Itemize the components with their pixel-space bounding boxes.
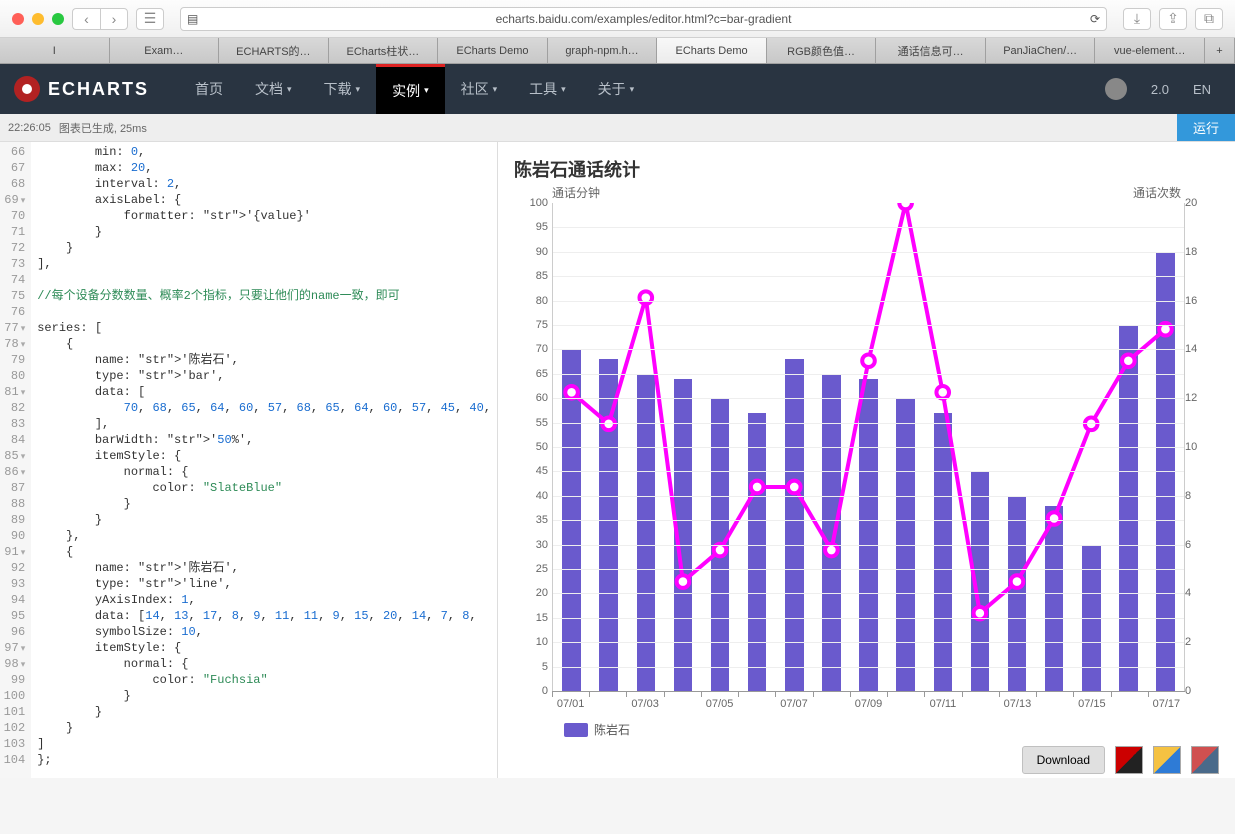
nav-item-1[interactable]: 文档▾ [239, 64, 308, 114]
back-button[interactable]: ‹ [72, 8, 100, 30]
nav-item-3[interactable]: 实例▾ [376, 64, 445, 114]
chart-grid [552, 203, 1185, 691]
browser-tab[interactable]: ECharts Demo [438, 38, 548, 63]
browser-tab[interactable]: ECharts柱状… [329, 38, 439, 63]
nav-item-2[interactable]: 下载▾ [308, 64, 377, 114]
url-text: echarts.baidu.com/examples/editor.html?c… [496, 12, 792, 26]
chevron-down-icon: ▾ [287, 84, 292, 95]
chart-legend[interactable]: 陈岩石 [564, 721, 1225, 738]
forward-button[interactable]: › [100, 8, 128, 30]
reader-icon[interactable]: ▤ [187, 12, 198, 26]
x-axis: 07/0107/0307/0507/0707/0907/1107/1307/15… [552, 691, 1185, 713]
tabs-button[interactable]: ⧉ [1195, 8, 1223, 30]
close-window-icon[interactable] [12, 13, 24, 25]
chevron-down-icon: ▾ [493, 84, 498, 95]
echarts-logo[interactable]: ECHARTS [14, 76, 149, 102]
bar[interactable] [748, 413, 767, 691]
browser-tab[interactable]: RGB颜色值… [767, 38, 877, 63]
download-button[interactable]: ⤓ [1123, 8, 1151, 30]
code-editor[interactable]: 6667686970717273747576777879808182838485… [0, 142, 498, 778]
sidebar-button[interactable]: ☰ [136, 8, 164, 30]
nav-item-6[interactable]: 关于▾ [582, 64, 651, 114]
chevron-down-icon: ▾ [630, 84, 635, 95]
bar[interactable] [637, 374, 656, 691]
chevron-down-icon: ▾ [424, 85, 429, 96]
echarts-logo-icon [14, 76, 40, 102]
nav-right: 2.0 EN [1105, 78, 1221, 100]
zoom-window-icon[interactable] [52, 13, 64, 25]
bar[interactable] [674, 379, 693, 691]
y2-label: 通话次数 [1133, 184, 1181, 201]
browser-tab[interactable]: Exam… [110, 38, 220, 63]
brand-text: ECHARTS [48, 79, 149, 100]
chart-title: 陈岩石通话统计 [514, 156, 1225, 182]
browser-tab[interactable]: I [0, 38, 110, 63]
y-axis-right: 02468101214161820 [1185, 203, 1225, 691]
reload-icon[interactable]: ⟳ [1090, 12, 1100, 26]
status-time: 22:26:05 [0, 122, 59, 134]
browser-tab-strip: IExam…ECHARTS的…ECharts柱状…ECharts Demogra… [0, 38, 1235, 64]
y1-label: 通话分钟 [552, 184, 600, 201]
version-link[interactable]: 2.0 [1151, 82, 1169, 97]
nav-item-5[interactable]: 工具▾ [513, 64, 582, 114]
lang-link[interactable]: EN [1193, 82, 1211, 97]
url-bar[interactable]: ▤ echarts.baidu.com/examples/editor.html… [180, 7, 1107, 31]
window-controls [12, 13, 64, 25]
legend-swatch [564, 723, 588, 737]
main-split: 6667686970717273747576777879808182838485… [0, 142, 1235, 778]
theme-swatch-2[interactable] [1153, 746, 1181, 774]
editor-status-bar: 22:26:05 图表已生成, 25ms 运行 [0, 114, 1235, 142]
chevron-down-icon: ▾ [561, 84, 566, 95]
bar[interactable] [1045, 506, 1064, 691]
y-axis-left: 0510152025303540455055606570758085909510… [508, 203, 548, 691]
echarts-navbar: ECHARTS 首页文档▾下载▾实例▾社区▾工具▾关于▾ 2.0 EN [0, 64, 1235, 114]
theme-swatch-1[interactable] [1115, 746, 1143, 774]
chart-footer: Download [508, 738, 1225, 774]
bar[interactable] [1119, 325, 1138, 691]
chart-panel: 陈岩石通话统计 通话分钟 通话次数 0510152025303540455055… [498, 142, 1235, 778]
browser-tab[interactable]: ECHARTS的… [219, 38, 329, 63]
browser-tab[interactable]: vue-element… [1095, 38, 1205, 63]
nav-item-4[interactable]: 社区▾ [445, 64, 514, 114]
minimize-window-icon[interactable] [32, 13, 44, 25]
code-content[interactable]: min: 0, max: 20, interval: 2, axisLabel:… [31, 142, 497, 778]
chevron-down-icon: ▾ [356, 84, 361, 95]
bar[interactable] [822, 374, 841, 691]
line-gutter: 6667686970717273747576777879808182838485… [0, 142, 31, 778]
browser-toolbar: ‹ › ☰ ▤ echarts.baidu.com/examples/edito… [0, 0, 1235, 38]
bar[interactable] [859, 379, 878, 691]
nav-buttons: ‹ › [72, 8, 128, 30]
browser-tab[interactable]: 通话信息可… [876, 38, 986, 63]
download-button[interactable]: Download [1022, 746, 1105, 774]
plot-area: 0510152025303540455055606570758085909510… [552, 203, 1185, 713]
github-icon[interactable] [1105, 78, 1127, 100]
theme-swatch-3[interactable] [1191, 746, 1219, 774]
share-button[interactable]: ⇪ [1159, 8, 1187, 30]
bar[interactable] [934, 413, 953, 691]
browser-tab[interactable]: PanJiaChen/… [986, 38, 1096, 63]
bar[interactable] [971, 471, 990, 691]
run-button[interactable]: 运行 [1177, 114, 1235, 141]
new-tab-button[interactable]: + [1205, 38, 1235, 63]
status-text: 图表已生成, 25ms [59, 120, 147, 136]
browser-tab[interactable]: ECharts Demo [657, 38, 767, 63]
legend-label: 陈岩石 [594, 721, 630, 738]
browser-tab[interactable]: graph-npm.h… [548, 38, 658, 63]
nav-item-0[interactable]: 首页 [179, 64, 239, 114]
